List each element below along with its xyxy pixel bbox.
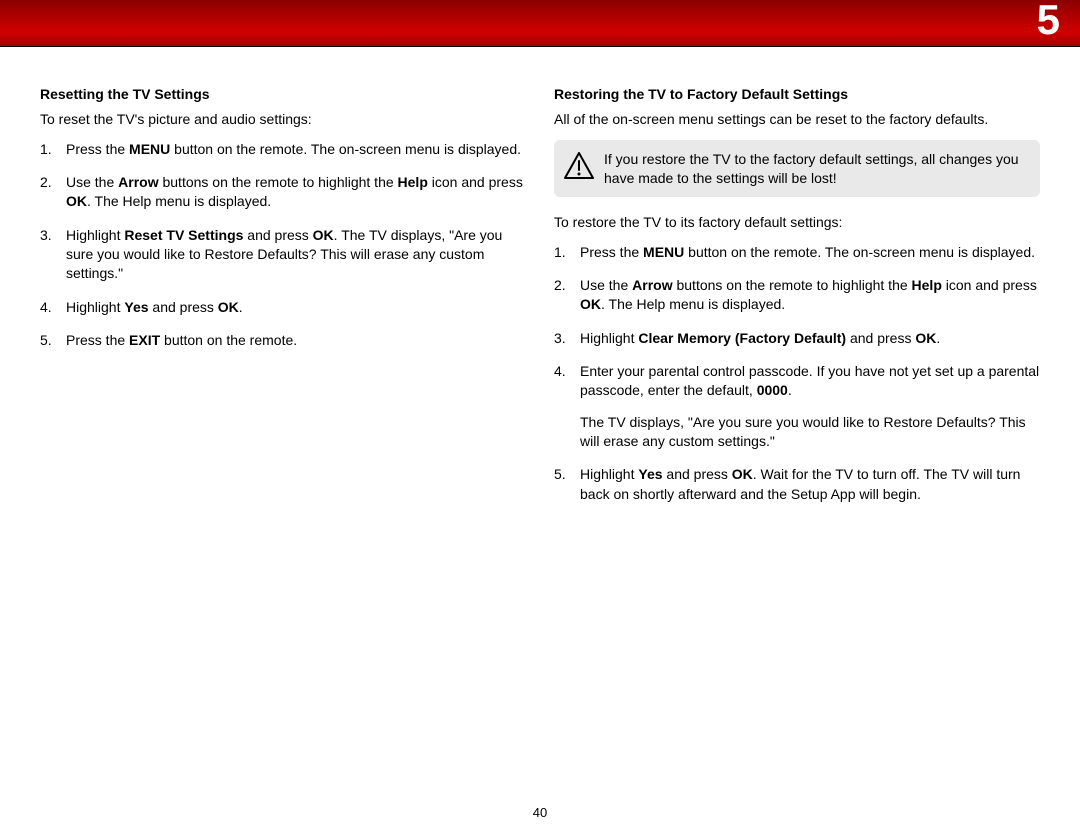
right-intro: All of the on-screen menu settings can b… <box>554 110 1040 129</box>
left-heading: Resetting the TV Settings <box>40 85 526 104</box>
left-intro: To reset the TV's picture and audio sett… <box>40 110 526 129</box>
right-step-2: Use the Arrow buttons on the remote to h… <box>554 276 1040 315</box>
warning-icon <box>564 152 594 185</box>
right-lead: To restore the TV to its factory default… <box>554 213 1040 232</box>
left-step-3: Highlight Reset TV Settings and press OK… <box>40 226 526 284</box>
right-step-5: Highlight Yes and press OK. Wait for the… <box>554 465 1040 504</box>
right-step-4: Enter your parental control passcode. If… <box>554 362 1040 451</box>
right-step-1: Press the MENU button on the remote. The… <box>554 243 1040 262</box>
right-column: Restoring the TV to Factory Default Sett… <box>554 85 1040 518</box>
left-steps: Press the MENU button on the remote. The… <box>40 140 526 351</box>
right-step-4-sub: The TV displays, "Are you sure you would… <box>580 413 1040 452</box>
left-step-1: Press the MENU button on the remote. The… <box>40 140 526 159</box>
chapter-number: 5 <box>1037 0 1060 44</box>
left-step-4: Highlight Yes and press OK. <box>40 298 526 317</box>
right-steps: Press the MENU button on the remote. The… <box>554 243 1040 504</box>
warning-text: If you restore the TV to the factory def… <box>604 150 1026 188</box>
left-step-2: Use the Arrow buttons on the remote to h… <box>40 173 526 212</box>
page-number: 40 <box>0 805 1080 820</box>
right-heading: Restoring the TV to Factory Default Sett… <box>554 85 1040 104</box>
header-band: 5 <box>0 0 1080 47</box>
warning-box: If you restore the TV to the factory def… <box>554 140 1040 198</box>
left-step-5: Press the EXIT button on the remote. <box>40 331 526 350</box>
right-step-3: Highlight Clear Memory (Factory Default)… <box>554 329 1040 348</box>
left-column: Resetting the TV Settings To reset the T… <box>40 85 526 518</box>
page-content: Resetting the TV Settings To reset the T… <box>0 47 1080 528</box>
